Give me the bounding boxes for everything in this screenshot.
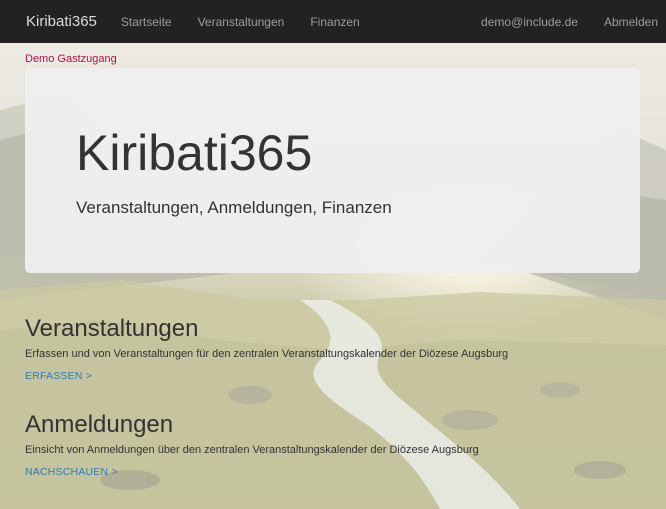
nav-link-veranstaltungen[interactable]: Veranstaltungen: [198, 15, 285, 29]
navbar-right: demo@include.de Abmelden: [455, 15, 666, 29]
jumbotron: Kiribati365 Veranstaltungen, Anmeldungen…: [25, 68, 640, 273]
section-heading: Anmeldungen: [25, 411, 174, 438]
demo-access-label: Demo Gastzugang: [25, 53, 117, 65]
section-description: Erfassen und von Veranstaltungen für den…: [25, 348, 509, 361]
user-email-link[interactable]: demo@include.de: [481, 15, 578, 29]
nachschauen-link[interactable]: NACHSCHAUEN >: [25, 466, 118, 478]
nav-link-finanzen[interactable]: Finanzen: [310, 15, 359, 29]
section-veranstaltungen: Veranstaltungen Erfassen und von Veranst…: [25, 315, 509, 384]
brand-link[interactable]: Kiribati365: [26, 13, 97, 30]
section-description: Einsicht von Anmeldungen über den zentra…: [25, 444, 479, 457]
page: Kiribati365 Startseite Veranstaltungen F…: [0, 0, 666, 509]
top-navbar: Kiribati365 Startseite Veranstaltungen F…: [0, 0, 666, 43]
section-anmeldungen: Anmeldungen Einsicht von Anmeldungen übe…: [25, 411, 479, 480]
erfassen-link[interactable]: ERFASSEN >: [25, 370, 92, 382]
nav-link-startseite[interactable]: Startseite: [121, 15, 172, 29]
jumbotron-title: Kiribati365: [76, 125, 313, 181]
section-heading: Veranstaltungen: [25, 315, 199, 342]
logout-link[interactable]: Abmelden: [604, 15, 658, 29]
jumbotron-subtitle: Veranstaltungen, Anmeldungen, Finanzen: [76, 198, 392, 217]
